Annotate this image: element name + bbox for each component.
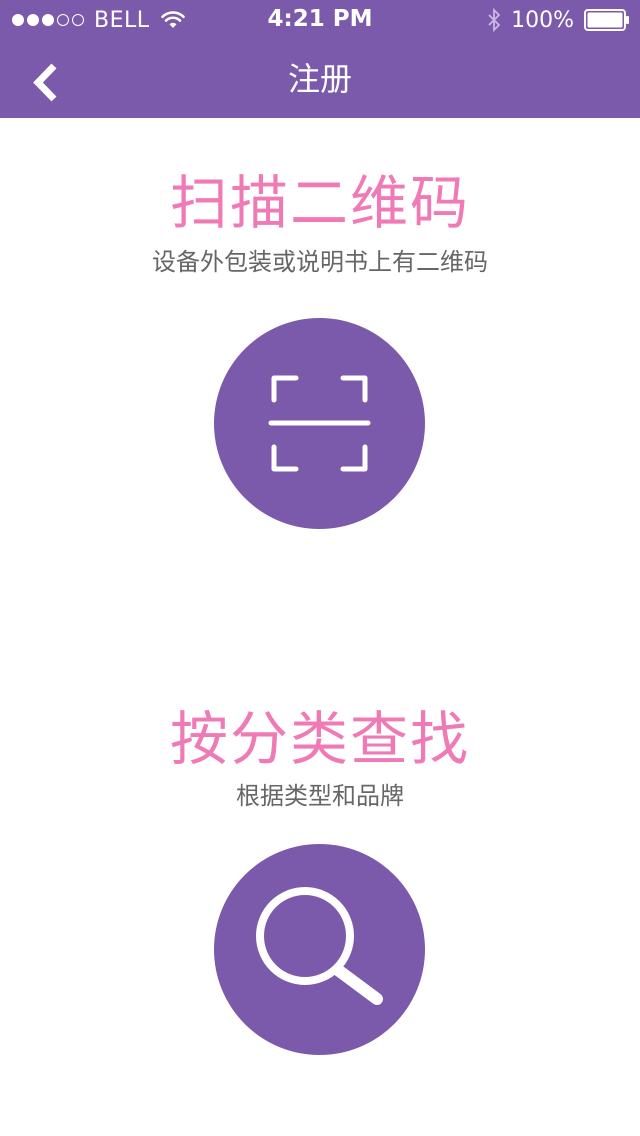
scan-qr-button[interactable]: [214, 318, 425, 529]
status-bar: BELL 4:21 PM 100%: [0, 0, 640, 40]
search-icon: [256, 887, 383, 1005]
chevron-left-icon: [33, 63, 57, 102]
category-search-subtitle: 根据类型和品牌: [236, 782, 404, 810]
category-search-button[interactable]: [214, 844, 425, 1055]
category-search-title: 按分类查找: [169, 705, 470, 773]
page-title: 注册: [287, 60, 352, 98]
scan-qr-title: 扫描二维码: [169, 169, 470, 237]
status-right: 100%: [487, 6, 630, 34]
bluetooth-icon: [488, 8, 501, 32]
scan-qr-subtitle: 设备外包装或说明书上有二维码: [152, 248, 488, 276]
battery-icon: [584, 9, 629, 31]
qr-scan-icon: [268, 375, 371, 472]
navigation-bar: 注册: [0, 40, 640, 118]
battery-percent: 100%: [511, 7, 574, 33]
back-button[interactable]: [30, 53, 61, 112]
